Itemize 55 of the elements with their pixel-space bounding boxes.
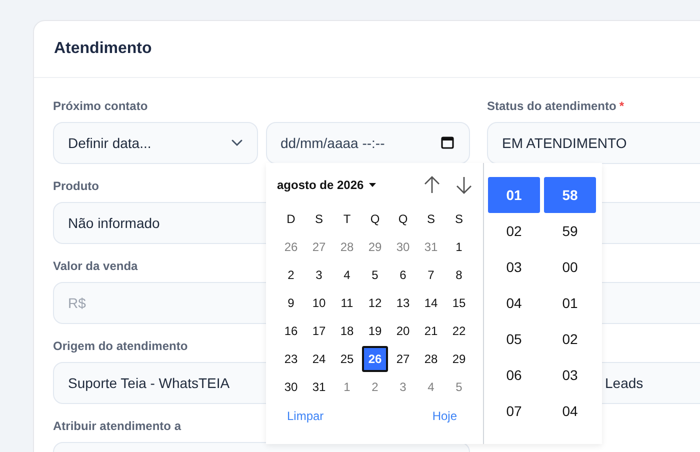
minute-option[interactable]: 02 — [544, 321, 596, 357]
calendar-icon — [441, 136, 454, 149]
month-dropdown[interactable]: agosto de 2026 — [277, 178, 376, 192]
calendar-day[interactable]: 1 — [333, 373, 361, 401]
field-label: Atribuir atendimento a — [53, 418, 182, 434]
card-title: Atendimento — [54, 40, 152, 58]
calendar-day[interactable]: 10 — [305, 289, 333, 317]
calendar-day[interactable]: 13 — [389, 289, 417, 317]
caret-icon — [368, 183, 376, 187]
calendar-day[interactable]: 9 — [277, 289, 305, 317]
datetime-input[interactable]: dd/mm/aaaa --:-- — [266, 122, 470, 164]
hour-option[interactable]: 06 — [488, 357, 540, 393]
arrow-up-icon[interactable] — [424, 176, 440, 194]
weekday-label: T — [342, 211, 352, 228]
calendar-day[interactable]: 3 — [389, 373, 417, 401]
status-select[interactable]: EM ATENDIMENTO — [487, 122, 700, 164]
hour-option[interactable]: 03 — [488, 249, 540, 285]
field-label: Próximo contato — [53, 98, 148, 114]
field-label: Status do atendimento * — [487, 98, 624, 114]
minute-option[interactable]: 58 — [544, 177, 596, 213]
hour-option[interactable]: 04 — [488, 285, 540, 321]
calendar-day[interactable]: 5 — [445, 373, 473, 401]
calendar-day[interactable]: 26 — [362, 346, 388, 372]
hour-option[interactable]: 05 — [488, 321, 540, 357]
minute-option[interactable]: 59 — [544, 213, 596, 249]
field-label: Origem do atendimento — [53, 338, 188, 354]
calendar-day[interactable]: 31 — [305, 373, 333, 401]
weekday-label: S — [314, 211, 324, 228]
weekday-label: Q — [397, 211, 409, 228]
minute-option[interactable]: 01 — [544, 285, 596, 321]
field-label: Valor da venda — [53, 258, 138, 274]
hour-option[interactable]: 01 — [488, 177, 540, 213]
minute-option[interactable]: 03 — [544, 357, 596, 393]
minute-option[interactable]: 04 — [544, 393, 596, 429]
calendar-day[interactable]: 14 — [417, 289, 445, 317]
weekday-label: S — [454, 211, 464, 228]
weekday-label: D — [286, 211, 296, 228]
chevron-down-icon — [230, 139, 242, 147]
clear-button[interactable]: Limpar — [277, 409, 334, 423]
today-button[interactable]: Hoje — [422, 409, 467, 423]
hour-option[interactable]: 02 — [488, 213, 540, 249]
calendar-day[interactable]: 12 — [361, 289, 389, 317]
calendar-day[interactable]: 15 — [445, 289, 473, 317]
calendar-day[interactable]: 2 — [361, 373, 389, 401]
weekday-label: Q — [369, 211, 381, 228]
hour-option[interactable]: 07 — [488, 393, 540, 429]
date-select[interactable]: Definir data... — [53, 122, 258, 164]
calendar-day[interactable]: 4 — [417, 373, 445, 401]
weekday-label: S — [426, 211, 436, 228]
arrow-down-icon[interactable] — [456, 176, 472, 194]
calendar-day[interactable]: 11 — [333, 289, 361, 317]
field-label: Produto — [53, 178, 99, 194]
minute-option[interactable]: 00 — [544, 249, 596, 285]
required-mark: * — [619, 99, 624, 113]
calendar-day[interactable]: 30 — [277, 373, 305, 401]
